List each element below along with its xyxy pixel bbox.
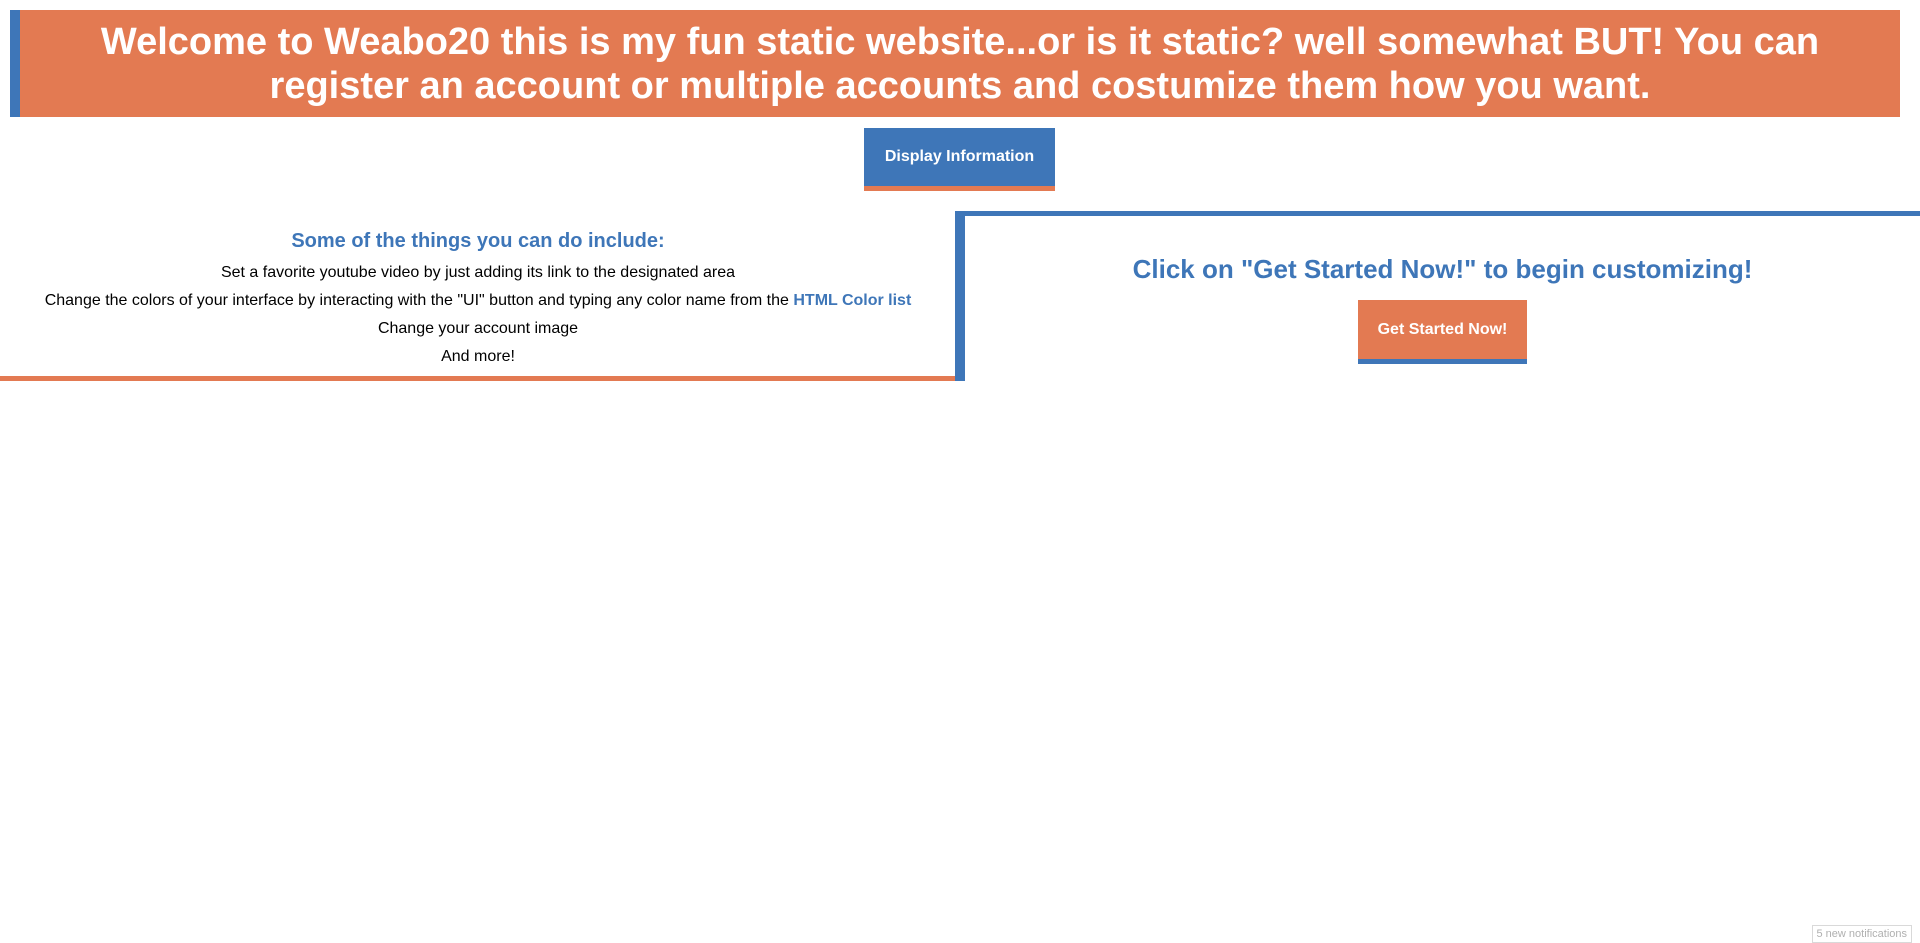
feature-item-youtube: Set a favorite youtube video by just add… — [220, 264, 736, 281]
display-information-button[interactable]: Display Information — [864, 128, 1055, 191]
feature-colors-text: Change the colors of your interface by i… — [44, 292, 794, 309]
welcome-text: Welcome to Weabo20 this is my fun static… — [100, 20, 1820, 107]
html-color-list-link[interactable]: HTML Color list — [793, 292, 911, 309]
feature-item-image: Change your account image — [377, 320, 579, 337]
features-heading: Some of the things you can do include: — [291, 230, 665, 252]
feature-item-more: And more! — [441, 348, 515, 365]
welcome-banner: Welcome to Weabo20 this is my fun static… — [10, 10, 1900, 117]
get-started-button[interactable]: Get Started Now! — [1358, 300, 1527, 364]
get-started-heading: Click on "Get Started Now!" to begin cus… — [1132, 254, 1753, 284]
notifications-indicator[interactable]: 5 new notifications — [1811, 925, 1912, 943]
get-started-panel: Click on "Get Started Now!" to begin cus… — [955, 211, 1920, 381]
feature-item-colors: Change the colors of your interface by i… — [0, 287, 956, 315]
features-panel: Some of the things you can do include: S… — [0, 211, 965, 381]
page: Welcome to Weabo20 this is my fun static… — [0, 0, 1920, 943]
